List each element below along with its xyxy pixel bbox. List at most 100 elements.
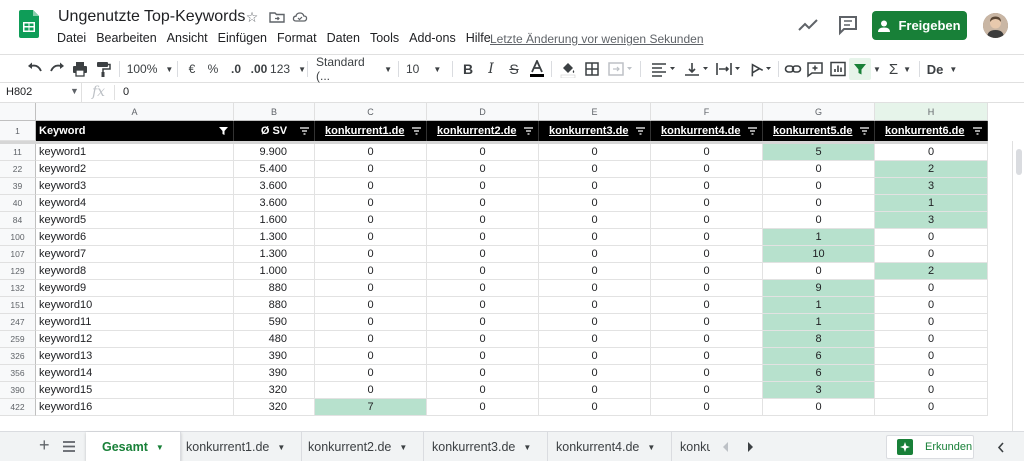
keyword-cell[interactable]: keyword11 <box>36 314 234 331</box>
ranking-cell[interactable]: 0 <box>315 314 427 331</box>
header-cell[interactable]: Ø SV <box>234 121 315 141</box>
filter-dropdown-icon[interactable]: ▼ <box>873 60 881 78</box>
ranking-cell[interactable]: 10 <box>763 246 875 263</box>
ranking-cell[interactable]: 0 <box>763 178 875 195</box>
header-cell[interactable]: konkurrent1.de <box>315 121 427 141</box>
column-header-f[interactable]: F <box>651 103 763 121</box>
ranking-cell[interactable]: 1 <box>875 195 988 212</box>
ranking-cell[interactable]: 0 <box>651 382 763 399</box>
row-header[interactable]: 132 <box>0 280 36 297</box>
input-tools-button[interactable]: De ▼ <box>927 60 958 78</box>
ranking-cell[interactable]: 0 <box>539 399 651 416</box>
column-header-g[interactable]: G <box>763 103 875 121</box>
header-cell[interactable]: Keyword <box>36 121 234 141</box>
sheet-tab[interactable]: konkurrent5.de▼ <box>664 432 710 461</box>
keyword-cell[interactable]: keyword15 <box>36 382 234 399</box>
share-button[interactable]: Freigeben <box>872 11 967 40</box>
ranking-cell[interactable]: 9 <box>763 280 875 297</box>
ranking-cell[interactable]: 0 <box>427 331 539 348</box>
text-wrap-icon[interactable] <box>715 60 743 78</box>
ranking-cell[interactable]: 0 <box>315 161 427 178</box>
keyword-cell[interactable]: keyword9 <box>36 280 234 297</box>
keyword-cell[interactable]: keyword1 <box>36 144 234 161</box>
column-header-h[interactable]: H <box>875 103 988 121</box>
menu-einfuegen[interactable]: Einfügen <box>218 31 267 45</box>
ranking-cell[interactable]: 0 <box>875 382 988 399</box>
print-icon[interactable] <box>71 60 89 78</box>
increase-decimal-button[interactable]: .00 <box>250 60 268 78</box>
menu-hilfe[interactable]: Hilfe <box>466 31 491 45</box>
menu-daten[interactable]: Daten <box>327 31 360 45</box>
menu-tools[interactable]: Tools <box>370 31 399 45</box>
ranking-cell[interactable]: 0 <box>315 382 427 399</box>
ranking-cell[interactable]: 0 <box>315 280 427 297</box>
keyword-cell[interactable]: keyword13 <box>36 348 234 365</box>
search-volume-cell[interactable]: 1.300 <box>234 229 315 246</box>
italic-button[interactable]: I <box>484 60 498 78</box>
ranking-cell[interactable]: 0 <box>315 144 427 161</box>
ranking-cell[interactable]: 0 <box>763 195 875 212</box>
filter-active-icon[interactable] <box>219 127 228 135</box>
last-edit-link[interactable]: Letzte Änderung vor wenigen Sekunden <box>490 32 704 46</box>
fill-color-icon[interactable] <box>560 60 576 78</box>
ranking-cell[interactable]: 0 <box>875 297 988 314</box>
ranking-cell[interactable]: 0 <box>427 399 539 416</box>
ranking-cell[interactable]: 0 <box>427 263 539 280</box>
ranking-cell[interactable]: 0 <box>539 144 651 161</box>
column-header-e[interactable]: E <box>539 103 651 121</box>
chevron-down-icon[interactable]: ▼ <box>70 86 79 96</box>
ranking-cell[interactable]: 0 <box>875 280 988 297</box>
chevron-down-icon[interactable]: ▼ <box>523 443 531 452</box>
ranking-cell[interactable]: 0 <box>427 229 539 246</box>
keyword-cell[interactable]: keyword2 <box>36 161 234 178</box>
ranking-cell[interactable]: 1 <box>763 229 875 246</box>
spreadsheet-grid[interactable]: ABCDEFGH 1 Keyword Ø SV konkurrent1.de konk… <box>0 103 1024 431</box>
sheets-logo-icon[interactable] <box>19 9 39 39</box>
search-volume-cell[interactable]: 320 <box>234 399 315 416</box>
filter-icon[interactable] <box>300 127 309 135</box>
ranking-cell[interactable]: 0 <box>427 246 539 263</box>
decrease-decimal-button[interactable]: .0 <box>227 60 245 78</box>
row-header[interactable]: 107 <box>0 246 36 263</box>
ranking-cell[interactable]: 0 <box>427 297 539 314</box>
ranking-cell[interactable]: 0 <box>651 314 763 331</box>
horizontal-align-icon[interactable] <box>650 60 678 78</box>
ranking-cell[interactable]: 0 <box>427 348 539 365</box>
ranking-cell[interactable]: 0 <box>651 331 763 348</box>
keyword-cell[interactable]: keyword4 <box>36 195 234 212</box>
ranking-cell[interactable]: 0 <box>315 212 427 229</box>
sheet-tab[interactable]: konkurrent2.de ▼ <box>292 432 425 461</box>
filter-icon[interactable] <box>860 127 869 135</box>
ranking-cell[interactable]: 0 <box>651 263 763 280</box>
ranking-cell[interactable]: 0 <box>651 229 763 246</box>
ranking-cell[interactable]: 0 <box>763 212 875 229</box>
filter-icon[interactable] <box>973 127 982 135</box>
search-volume-cell[interactable]: 390 <box>234 365 315 382</box>
star-icon[interactable]: ☆ <box>244 9 260 25</box>
search-volume-cell[interactable]: 3.600 <box>234 195 315 212</box>
font-family-select[interactable]: Standard (... ▼ <box>316 55 392 83</box>
search-volume-cell[interactable]: 3.600 <box>234 178 315 195</box>
row-header[interactable]: 326 <box>0 348 36 365</box>
keyword-cell[interactable]: keyword7 <box>36 246 234 263</box>
row-header[interactable]: 390 <box>0 382 36 399</box>
ranking-cell[interactable]: 0 <box>539 382 651 399</box>
ranking-cell[interactable]: 0 <box>875 399 988 416</box>
ranking-cell[interactable]: 2 <box>875 161 988 178</box>
vertical-align-icon[interactable] <box>683 60 711 78</box>
comment-icon[interactable] <box>836 13 860 37</box>
ranking-cell[interactable]: 0 <box>427 144 539 161</box>
more-formats-select[interactable]: 123 ▼ <box>270 60 306 78</box>
keyword-cell[interactable]: keyword12 <box>36 331 234 348</box>
ranking-cell[interactable]: 0 <box>875 348 988 365</box>
undo-icon[interactable] <box>26 60 44 78</box>
row-header[interactable]: 100 <box>0 229 36 246</box>
ranking-cell[interactable]: 0 <box>539 280 651 297</box>
text-rotation-icon[interactable] <box>746 60 774 78</box>
keyword-cell[interactable]: keyword16 <box>36 399 234 416</box>
ranking-cell[interactable]: 0 <box>651 195 763 212</box>
ranking-cell[interactable]: 0 <box>651 399 763 416</box>
menu-format[interactable]: Format <box>277 31 317 45</box>
ranking-cell[interactable]: 0 <box>539 195 651 212</box>
row-header[interactable]: 422 <box>0 399 36 416</box>
